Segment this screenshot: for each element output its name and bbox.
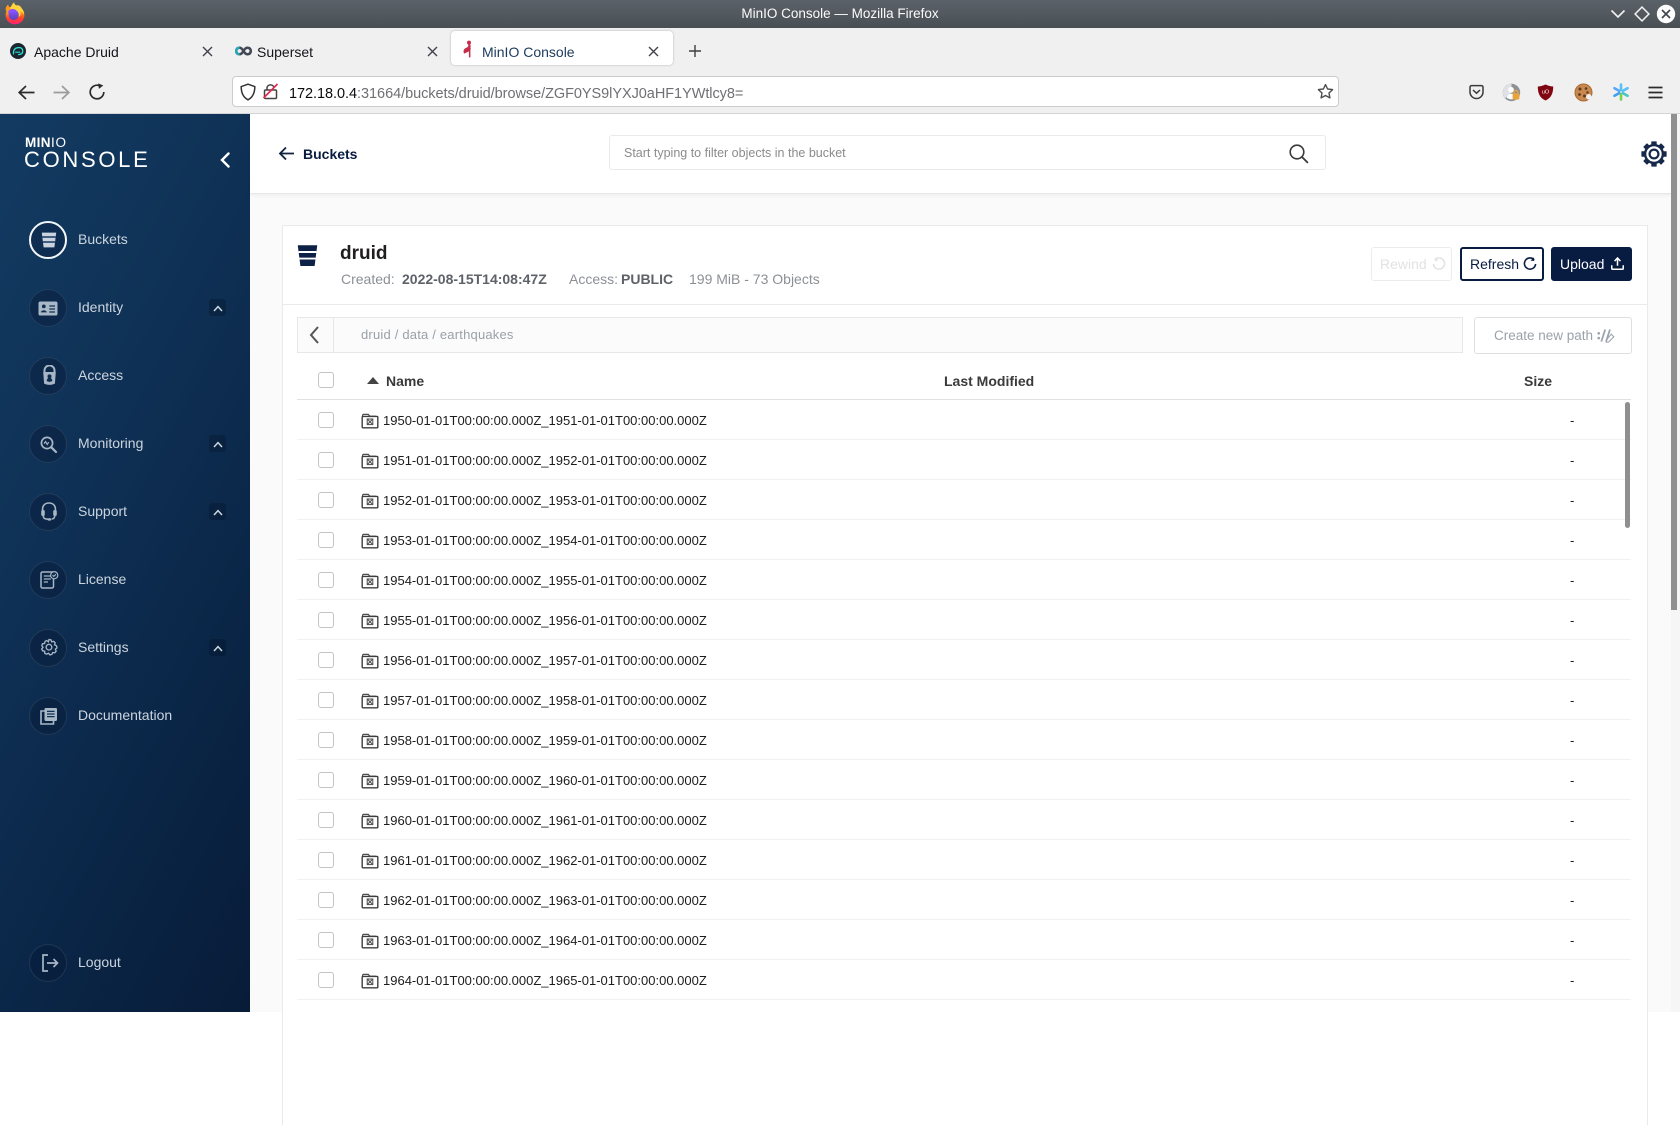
svg-text:uO: uO (1542, 90, 1550, 96)
